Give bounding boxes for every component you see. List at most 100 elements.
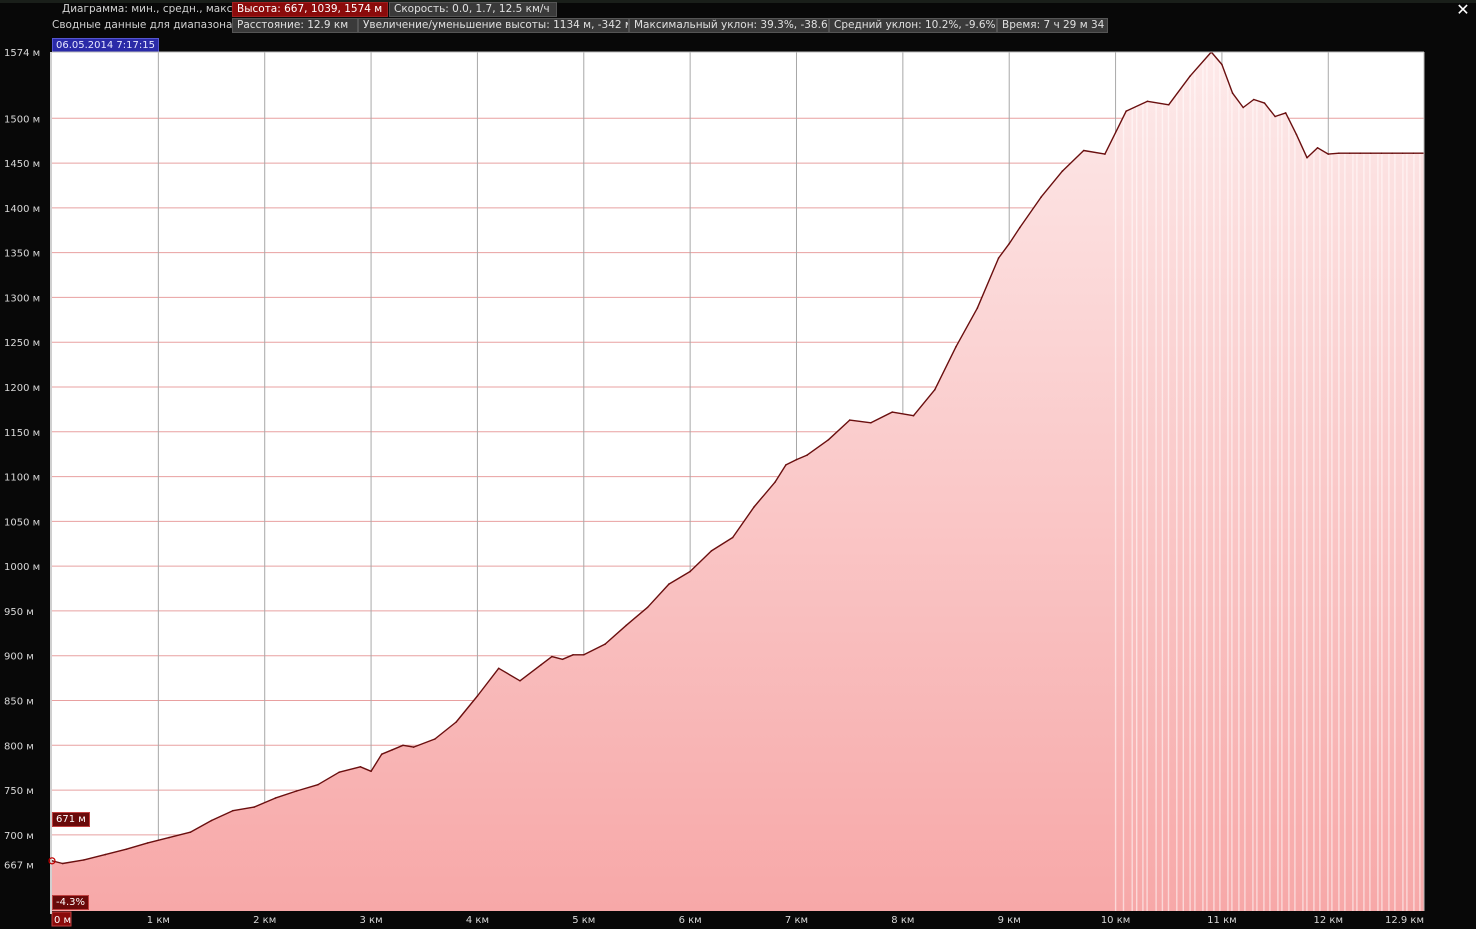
x-tick-label: 8 км: [891, 915, 914, 926]
y-tick-label: 667 м: [4, 860, 34, 871]
elevation-point: [253, 806, 255, 808]
elevation-point: [1019, 226, 1021, 229]
elevation-point: [232, 809, 234, 812]
y-tick-label: 1574 м: [4, 48, 40, 59]
x-tick-label: 0 м: [54, 915, 71, 926]
y-tick-label: 1250 м: [4, 338, 40, 349]
elevation-point: [1242, 106, 1244, 109]
elevation-point: [668, 583, 670, 585]
elevation-point: [1370, 152, 1372, 154]
elevation-point: [1263, 102, 1266, 104]
elevation-point: [61, 862, 64, 865]
elevation-point: [370, 770, 372, 773]
elevation-point: [955, 345, 957, 348]
x-tick-label: 5 км: [572, 915, 595, 926]
x-tick-label: 11 км: [1207, 915, 1237, 926]
elevation-point: [412, 746, 415, 748]
y-tick-label: 1400 м: [4, 204, 40, 215]
elevation-point: [912, 414, 915, 417]
cursor-slope-tag: -4.3%: [52, 895, 90, 910]
elevation-point: [1146, 100, 1149, 103]
elevation-point: [402, 744, 404, 747]
elevation-point: [519, 680, 521, 682]
elevation-point: [1295, 133, 1298, 136]
elevation-point: [104, 853, 106, 856]
elevation-point: [380, 753, 383, 755]
y-tick-label: 750 м: [4, 786, 34, 797]
x-tick-label: 9 км: [998, 915, 1021, 926]
elevation-point: [604, 643, 606, 645]
elevation-point: [1104, 153, 1106, 155]
elevation-point: [1412, 152, 1415, 154]
elevation-point: [125, 848, 128, 850]
x-axis-labels: 0 м 1 км 2 км 3 км 4 км 5 км 6 км 7 км 8 км 9 км 1…: [51, 911, 1424, 927]
y-tick-label: 1350 м: [4, 249, 40, 260]
elevation-point: [1231, 92, 1234, 94]
x-tick-label: 3 км: [360, 915, 383, 926]
elevation-point: [1167, 104, 1170, 106]
y-tick-label: 850 м: [4, 697, 34, 708]
elevation-point: [434, 738, 436, 740]
elevation-point: [210, 819, 213, 822]
elevation-point: [870, 422, 872, 424]
y-tick-label: 1100 м: [4, 473, 40, 484]
x-tick-label: 7 км: [785, 915, 808, 926]
elevation-point: [540, 663, 542, 666]
x-tick-label: 10 км: [1101, 915, 1131, 926]
elevation-point: [646, 606, 649, 609]
elevation-chart[interactable]: 667 м 700 м 750 м 800 м 850 м 900 м 950 м 1000 …: [0, 0, 1476, 929]
elevation-point: [625, 624, 628, 627]
elevation-point: [455, 721, 458, 723]
elevation-point: [338, 771, 341, 773]
elevation-point: [1338, 152, 1340, 154]
elevation-point: [827, 439, 830, 441]
x-tick-label: 1 км: [147, 915, 170, 926]
x-tick-label: 12 км: [1314, 915, 1344, 926]
y-tick-label: 1200 м: [4, 383, 40, 394]
elevation-point: [1380, 152, 1383, 154]
elevation-point: [795, 458, 798, 461]
elevation-point: [934, 388, 936, 391]
elevation-point: [274, 797, 277, 799]
elevation-point: [891, 411, 893, 413]
elevation-point: [785, 464, 787, 466]
y-tick-label: 1050 м: [4, 517, 40, 528]
elevation-point: [848, 419, 851, 421]
elevation-point: [1008, 242, 1010, 245]
elevation-point: [583, 654, 585, 656]
elevation-point: [295, 790, 298, 792]
elevation-point: [806, 454, 808, 456]
x-tick-label: 2 км: [253, 915, 276, 926]
elevation-point: [1401, 152, 1404, 154]
elevation-point: [572, 654, 574, 656]
y-tick-label: 1500 м: [4, 114, 40, 125]
elevation-point: [561, 658, 564, 661]
elevation-point: [753, 506, 755, 508]
elevation-point: [1082, 149, 1085, 152]
x-tick-label: 6 км: [679, 915, 702, 926]
y-tick-label: 1300 м: [4, 293, 40, 304]
elevation-point: [317, 783, 319, 786]
x-tick-label: 12.9 км: [1385, 915, 1424, 926]
cursor-elevation-tag: 671 м: [52, 812, 90, 827]
elevation-point: [1221, 63, 1223, 66]
elevation-point: [997, 257, 1000, 259]
elevation-point: [83, 859, 85, 861]
elevation-point: [976, 307, 979, 310]
elevation-point: [689, 570, 691, 573]
elevation-point: [1327, 153, 1330, 155]
elevation-point: [551, 655, 553, 658]
elevation-point: [774, 481, 776, 483]
elevation-point: [1274, 115, 1276, 118]
y-tick-label: 1150 м: [4, 428, 40, 439]
elevation-point: [1253, 98, 1255, 101]
y-axis-labels: 667 м 700 м 750 м 800 м 850 м 900 м 950 м 1000 …: [4, 48, 40, 871]
x-tick-label: 4 км: [466, 915, 489, 926]
elevation-point: [497, 667, 500, 670]
elevation-point: [1316, 147, 1319, 149]
elevation-point: [168, 836, 170, 839]
elevation-point: [731, 536, 734, 539]
elevation-point: [359, 766, 362, 768]
y-tick-label: 1000 м: [4, 562, 40, 573]
elevation-point: [710, 550, 713, 552]
